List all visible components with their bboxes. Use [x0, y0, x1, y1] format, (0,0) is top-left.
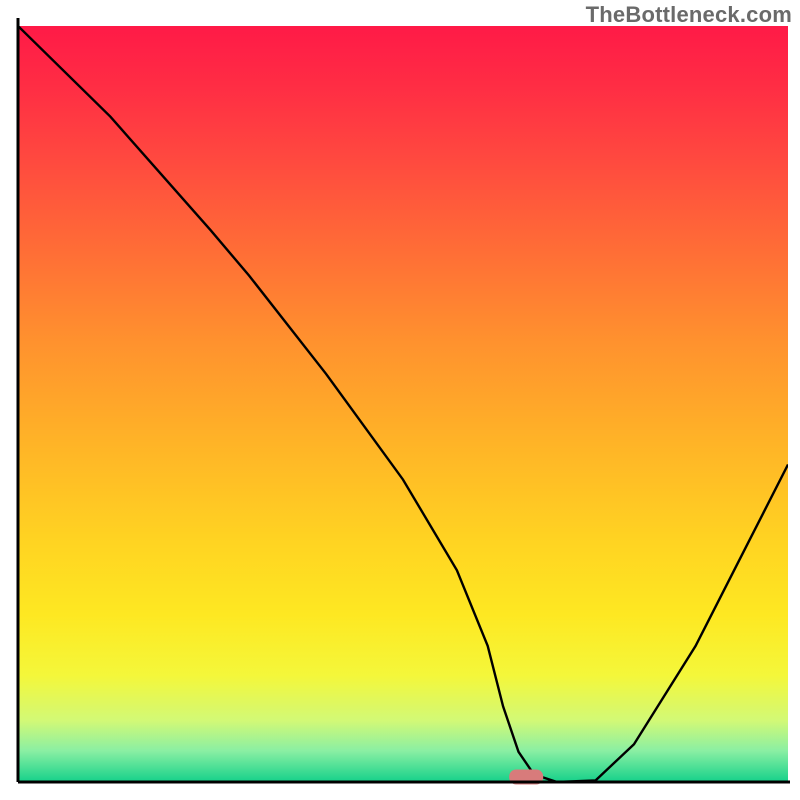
chart-background-gradient: [18, 26, 788, 781]
bottleneck-chart: TheBottleneck.com: [0, 0, 800, 800]
chart-svg: [0, 0, 800, 800]
watermark-text: TheBottleneck.com: [586, 2, 792, 28]
